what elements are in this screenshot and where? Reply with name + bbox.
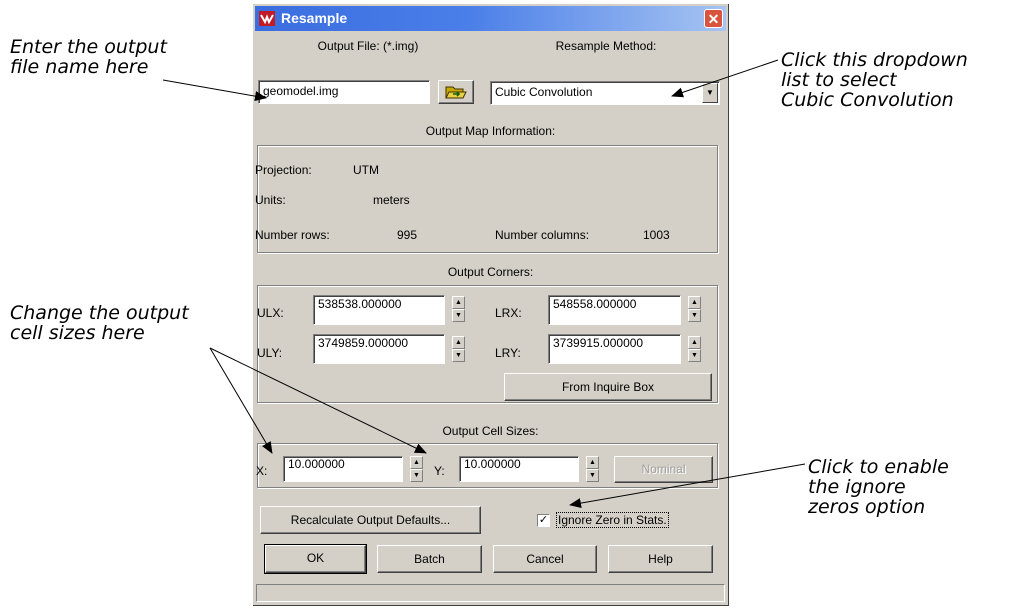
cell-size-y-arrow [209,347,427,454]
callout-arrows [162,59,806,509]
ignore-zeros-arrow [569,463,806,509]
output-file-arrow [162,79,267,102]
cell-size-x-arrow [209,347,273,454]
dropdown-arrow [671,59,779,98]
